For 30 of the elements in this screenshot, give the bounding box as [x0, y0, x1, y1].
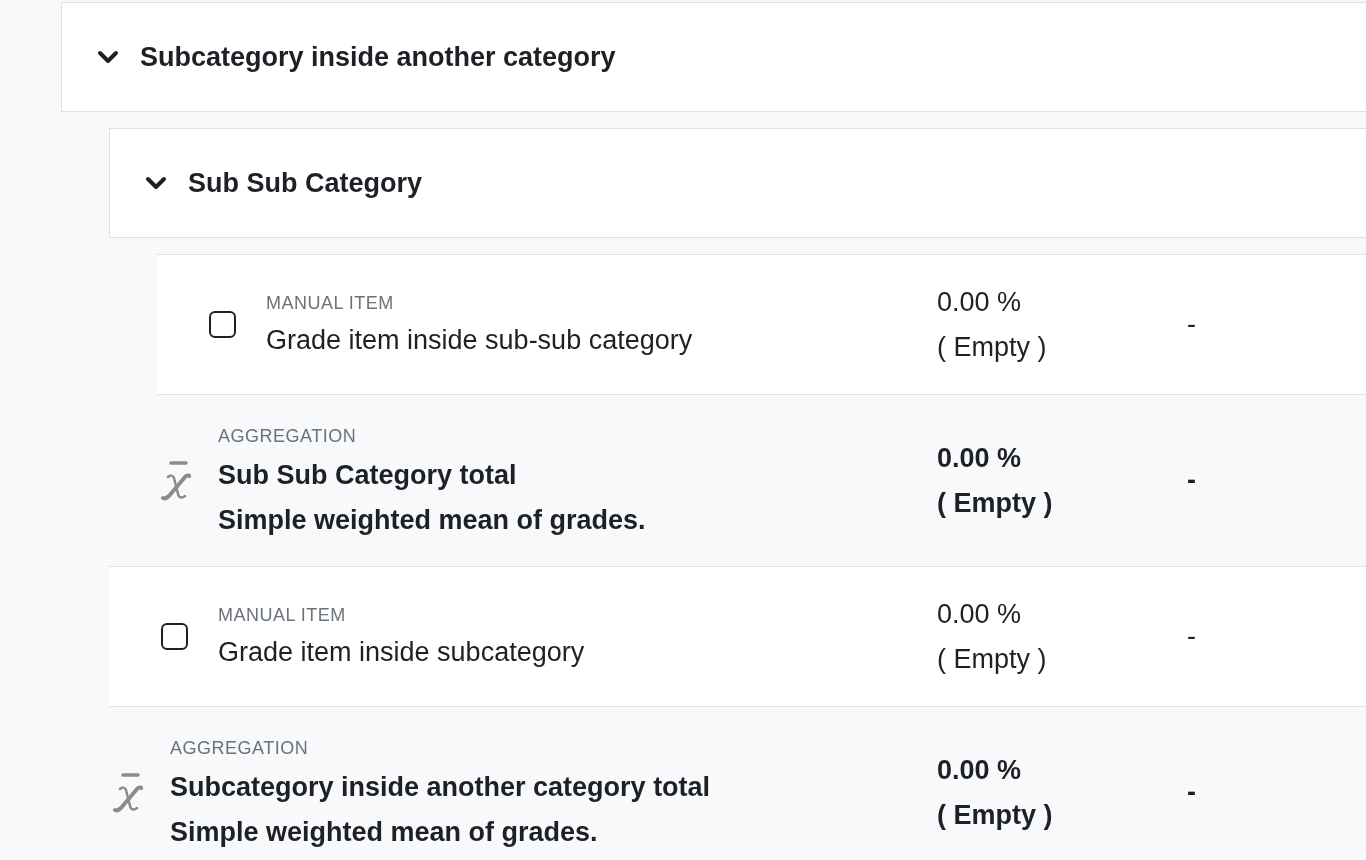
total-name: Subcategory inside another category total — [170, 770, 711, 804]
x-bar-icon — [160, 460, 191, 501]
dash-value: - — [1187, 621, 1196, 651]
aggregation-method: Simple weighted mean of grades. — [218, 503, 646, 537]
grade-value: ( Empty ) — [937, 642, 1047, 676]
percentage-value: 0.00 % — [937, 441, 1022, 475]
grade-value: ( Empty ) — [937, 330, 1047, 364]
dash-value: - — [1187, 777, 1196, 807]
aggregation-method: Simple weighted mean of grades. — [170, 815, 598, 849]
chevron-down-icon[interactable] — [97, 50, 119, 64]
item-type-label: AGGREGATION — [218, 424, 357, 448]
item-type-label: AGGREGATION — [170, 736, 309, 760]
item-type-label: MANUAL ITEM — [266, 291, 394, 315]
category-title: Subcategory inside another category — [140, 41, 616, 74]
percentage-value: 0.00 % — [937, 753, 1022, 787]
grade-value: ( Empty ) — [937, 798, 1053, 832]
percentage-value: 0.00 % — [937, 597, 1022, 631]
category-title: Sub Sub Category — [188, 167, 423, 200]
dash-value: - — [1187, 309, 1196, 339]
grade-item-name: Grade item inside subcategory — [218, 635, 585, 669]
checkbox[interactable] — [209, 311, 236, 338]
x-bar-icon — [112, 772, 143, 813]
dash-value: - — [1187, 465, 1196, 495]
checkbox[interactable] — [161, 623, 188, 650]
item-type-label: MANUAL ITEM — [218, 603, 346, 627]
grade-value: ( Empty ) — [937, 486, 1053, 520]
chevron-down-icon[interactable] — [145, 176, 167, 190]
grade-item-name: Grade item inside sub-sub category — [266, 323, 693, 357]
percentage-value: 0.00 % — [937, 285, 1022, 319]
total-name: Sub Sub Category total — [218, 458, 517, 492]
